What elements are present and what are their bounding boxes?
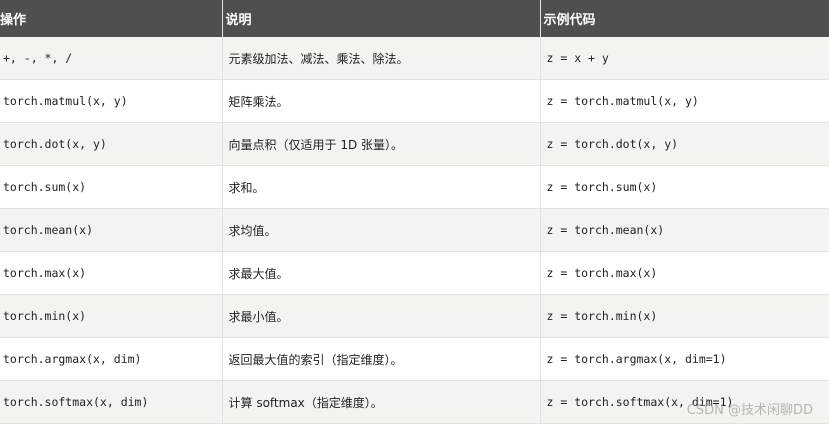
description-cell: 向量点积（仅适用于 1D 张量）。 xyxy=(222,122,541,166)
description-cell: 矩阵乘法。 xyxy=(222,79,541,123)
csdn-watermark: CSDN @技术闲聊DD xyxy=(686,403,813,418)
table-row: torch.max(x) 求最大值。 z = torch.max(x) xyxy=(0,251,829,295)
operation-cell: +, -, *, / xyxy=(0,37,223,80)
example-cell: z = torch.max(x) xyxy=(540,251,829,295)
operation-cell: torch.min(x) xyxy=(0,294,223,338)
operation-cell: torch.argmax(x, dim) xyxy=(0,337,223,381)
table-row: torch.mean(x) 求均值。 z = torch.mean(x) xyxy=(0,208,829,252)
description-cell: 计算 softmax（指定维度）。 xyxy=(222,380,541,424)
operation-cell: torch.softmax(x, dim) xyxy=(0,380,223,424)
operation-cell: torch.max(x) xyxy=(0,251,223,295)
table-row: torch.dot(x, y) 向量点积（仅适用于 1D 张量）。 z = to… xyxy=(0,122,829,166)
table-header: 操作 说明 示例代码 xyxy=(0,0,829,37)
example-cell: z = torch.argmax(x, dim=1) xyxy=(540,337,829,381)
description-cell: 返回最大值的索引（指定维度）。 xyxy=(222,337,541,381)
operations-table: 操作 说明 示例代码 +, -, *, / 元素级加法、减法、乘法、除法。 z … xyxy=(0,0,829,424)
operation-cell: torch.matmul(x, y) xyxy=(0,79,223,123)
description-cell: 求最小值。 xyxy=(222,294,541,338)
table-row: +, -, *, / 元素级加法、减法、乘法、除法。 z = x + y xyxy=(0,37,829,80)
description-cell: 求最大值。 xyxy=(222,251,541,295)
example-cell: z = torch.sum(x) xyxy=(540,165,829,209)
operation-cell: torch.dot(x, y) xyxy=(0,122,223,166)
header-row: 操作 说明 示例代码 xyxy=(0,0,829,37)
table-row: torch.argmax(x, dim) 返回最大值的索引（指定维度）。 z =… xyxy=(0,337,829,381)
example-cell: z = torch.min(x) xyxy=(540,294,829,338)
operation-cell: torch.mean(x) xyxy=(0,208,223,252)
description-cell: 求和。 xyxy=(222,165,541,209)
header-description: 说明 xyxy=(222,0,541,37)
operation-cell: torch.sum(x) xyxy=(0,165,223,209)
header-operation: 操作 xyxy=(0,0,223,37)
example-cell: z = x + y xyxy=(540,37,829,80)
table-row: torch.sum(x) 求和。 z = torch.sum(x) xyxy=(0,165,829,209)
table-row: torch.matmul(x, y) 矩阵乘法。 z = torch.matmu… xyxy=(0,79,829,123)
table-body: +, -, *, / 元素级加法、减法、乘法、除法。 z = x + y tor… xyxy=(0,37,829,424)
example-cell: z = torch.matmul(x, y) xyxy=(540,79,829,123)
table-row: torch.min(x) 求最小值。 z = torch.min(x) xyxy=(0,294,829,338)
example-cell: z = torch.dot(x, y) xyxy=(540,122,829,166)
description-cell: 元素级加法、减法、乘法、除法。 xyxy=(222,37,541,80)
header-example-code: 示例代码 xyxy=(540,0,829,37)
example-cell: z = torch.mean(x) xyxy=(540,208,829,252)
description-cell: 求均值。 xyxy=(222,208,541,252)
